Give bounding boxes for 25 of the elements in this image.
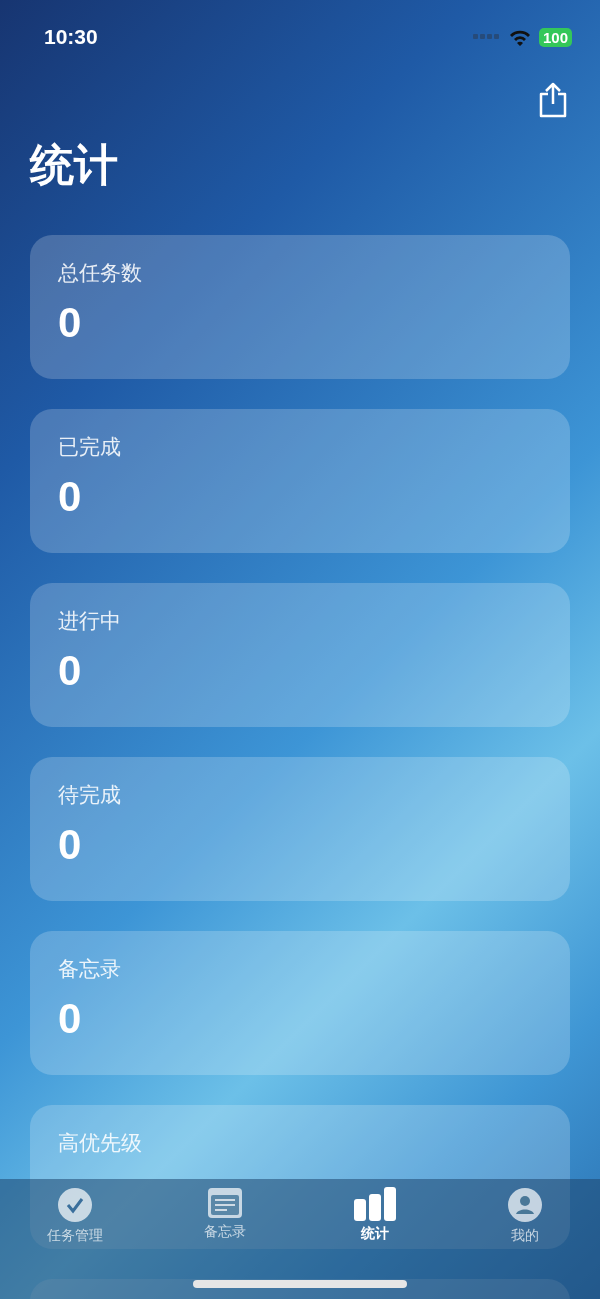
stat-label: 总任务数	[58, 260, 143, 287]
status-time: 10:30	[44, 25, 98, 49]
tab[interactable]: 我的	[450, 1187, 600, 1245]
note-icon	[207, 1187, 243, 1219]
bar-chart-icon	[353, 1187, 397, 1221]
stat-value: 0	[58, 821, 83, 869]
person-icon	[507, 1187, 543, 1223]
tab[interactable]: 任务管理	[0, 1187, 150, 1245]
stat-label: 高优先级	[58, 1130, 143, 1157]
battery-level: 100	[538, 27, 572, 47]
stat-label: 已完成	[58, 434, 122, 461]
page-title: 统计	[30, 138, 119, 192]
stat-label: 进行中	[58, 608, 122, 635]
share-icon[interactable]	[538, 82, 568, 118]
stat-value: 0	[58, 995, 83, 1043]
tab[interactable]: 备忘录	[150, 1187, 300, 1241]
stat-value: 0	[58, 647, 83, 695]
wifi-icon	[508, 28, 531, 46]
checkmark-icon	[57, 1187, 93, 1223]
stat-label: 待完成	[58, 782, 122, 809]
stat-value: 0	[58, 299, 83, 347]
tab[interactable]: 统计	[300, 1187, 450, 1243]
signal-icon	[472, 34, 501, 40]
stat-label: 备忘录	[58, 956, 122, 983]
stat-value: 0	[58, 473, 83, 521]
